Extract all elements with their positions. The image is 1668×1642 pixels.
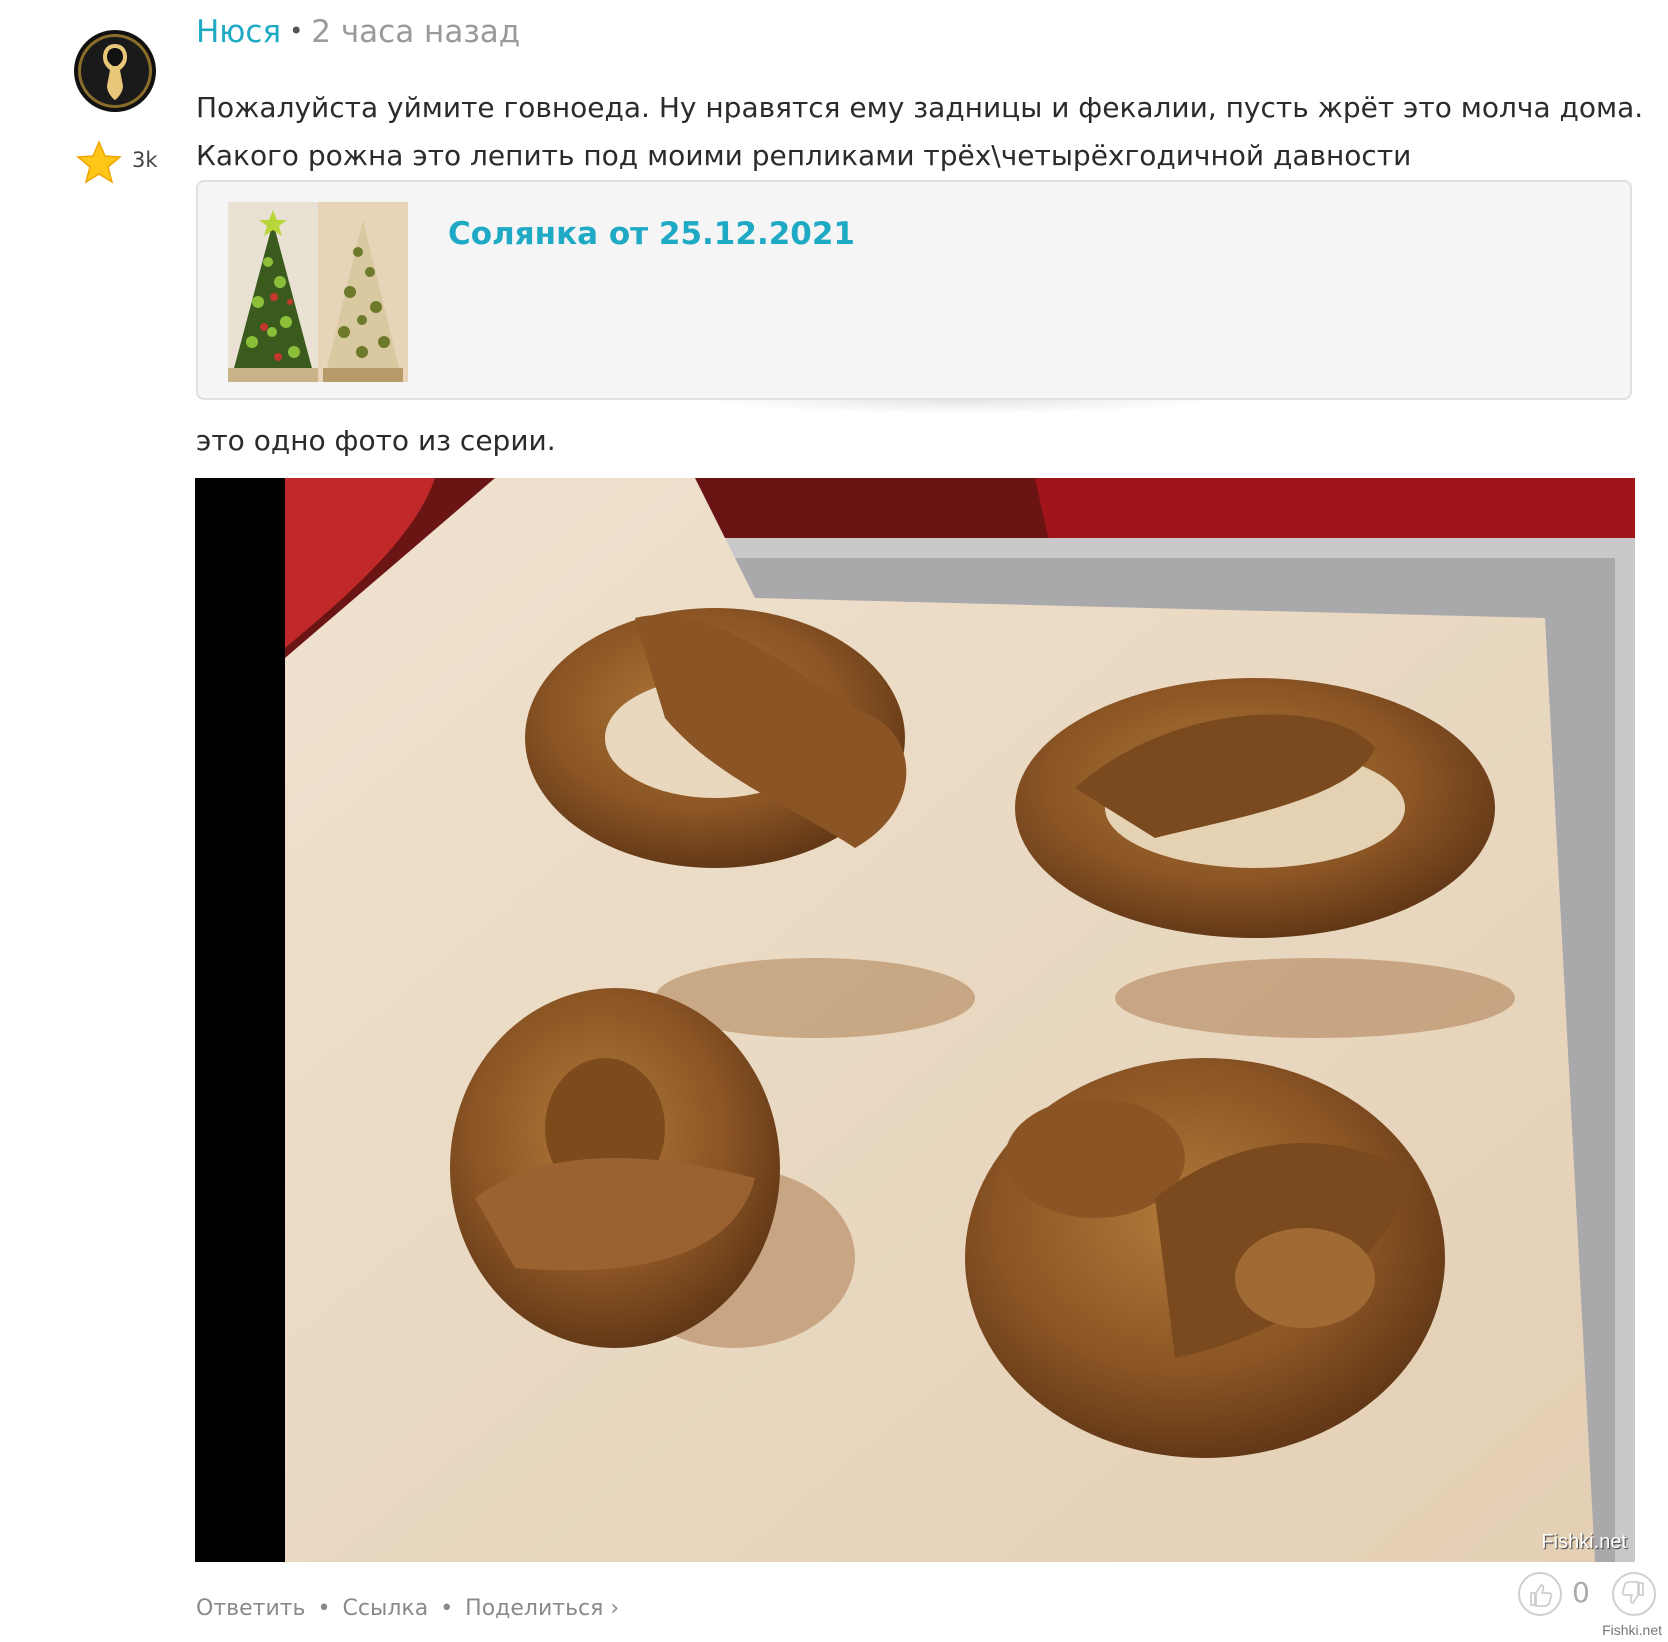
permalink-link[interactable]: Ссылка: [343, 1596, 429, 1621]
thumbs-up-icon: [1530, 1584, 1553, 1607]
link-preview-thumbnail[interactable]: [228, 202, 408, 382]
comment-line: Пожалуйста уймите говноеда. Ну нравятся …: [196, 91, 1644, 124]
comment-photo[interactable]: Fishki.net: [195, 478, 1635, 1562]
baked-pretzels-photo: [195, 478, 1635, 1562]
author-name[interactable]: Нюся: [196, 14, 281, 50]
rating-value: 3k: [132, 148, 158, 172]
vote-controls: 0: [1518, 1572, 1658, 1620]
christmas-tree-salad-icon: [228, 202, 408, 382]
share-link[interactable]: Поделиться ›: [465, 1596, 619, 1621]
comment-header: Нюся • 2 часа назад: [196, 14, 520, 50]
footer-separator: •: [317, 1596, 331, 1621]
comment-time[interactable]: 2 часа назад: [311, 14, 520, 50]
avatar[interactable]: [74, 30, 156, 112]
thumbs-down-icon: [1621, 1581, 1644, 1604]
comment-text: Пожалуйста уймите говноеда. Ну нравятся …: [196, 84, 1644, 180]
reply-link[interactable]: Ответить: [196, 1596, 306, 1621]
star-icon: [76, 140, 122, 184]
footer-separator: •: [440, 1596, 454, 1621]
comment-line: Какого рожна это лепить под моими реплик…: [196, 139, 1412, 172]
vote-score: 0: [1572, 1576, 1590, 1609]
card-shadow: [700, 400, 1220, 414]
thumbs-down-button[interactable]: [1612, 1572, 1656, 1616]
page-watermark: Fishki.net: [1602, 1622, 1662, 1638]
comment-actions: Ответить • Ссылка • Поделиться ›: [196, 1596, 619, 1621]
link-preview-title[interactable]: Солянка от 25.12.2021: [448, 216, 855, 252]
photo-caption: это одно фото из серии.: [196, 424, 556, 457]
thumbs-up-button[interactable]: [1518, 1572, 1562, 1616]
link-preview-card[interactable]: Солянка от 25.12.2021: [196, 180, 1632, 400]
header-separator: •: [289, 17, 304, 45]
user-silhouette-icon: [103, 44, 127, 100]
photo-watermark: Fishki.net: [1541, 1531, 1627, 1553]
